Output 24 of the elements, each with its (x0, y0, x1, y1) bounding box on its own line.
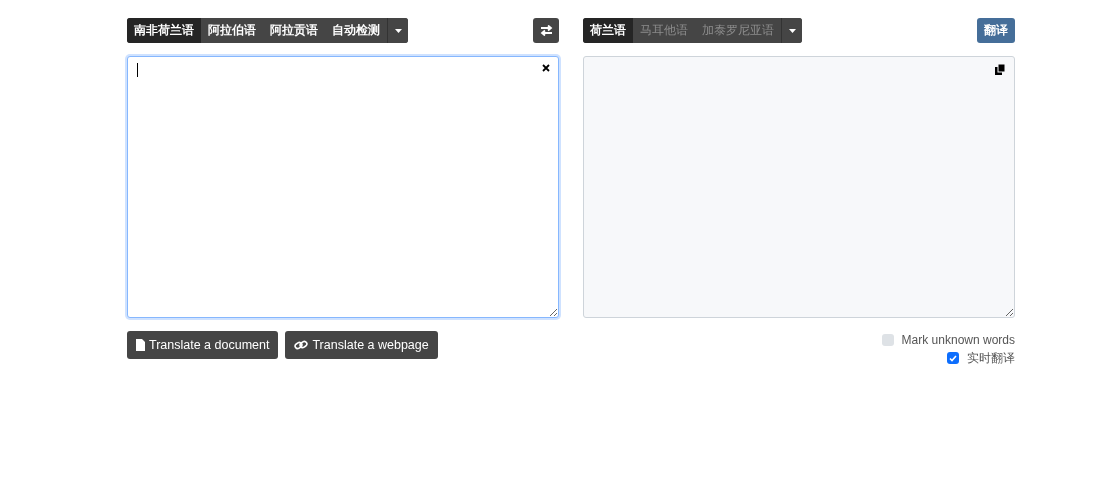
dropdown-button[interactable] (781, 18, 802, 43)
swap-button[interactable] (533, 18, 559, 43)
language-tab[interactable]: 荷兰语 (583, 18, 633, 43)
translation-output-field[interactable] (583, 56, 1015, 318)
file-icon (136, 339, 145, 351)
caret-icon (788, 28, 796, 33)
checkbox[interactable] (881, 334, 894, 346)
close-icon[interactable] (542, 64, 550, 72)
checkbox[interactable] (947, 352, 959, 364)
action-button[interactable]: Translate a webpage (285, 331, 438, 359)
dropdown-button[interactable] (387, 18, 408, 43)
language-tab[interactable]: 南非荷兰语 (127, 18, 201, 43)
action-button[interactable]: Translate a document (127, 331, 279, 359)
language-tab[interactable]: 自动检测 (325, 18, 387, 43)
swap-icon (539, 25, 553, 36)
checkbox-label: 实时翻译 (967, 349, 1015, 367)
translate-button[interactable]: 翻译 (977, 18, 1015, 43)
link-icon (294, 339, 309, 351)
language-tab[interactable]: 阿拉贡语 (263, 18, 325, 43)
source-text-field[interactable] (127, 56, 559, 318)
caret-icon (394, 28, 402, 33)
language-tab[interactable]: 阿拉伯语 (201, 18, 263, 43)
checkbox-label: Mark unknown words (901, 333, 1015, 347)
copy-icon[interactable] (995, 64, 1006, 75)
